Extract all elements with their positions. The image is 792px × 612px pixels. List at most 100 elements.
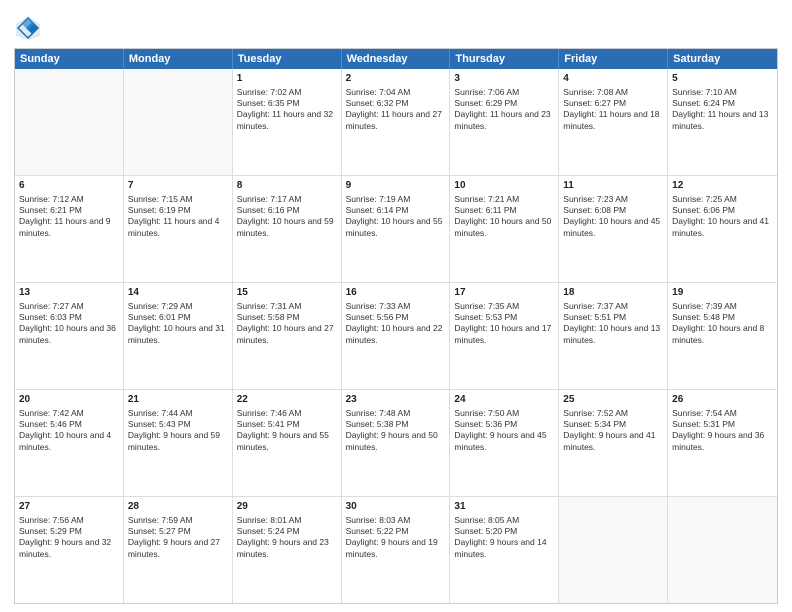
- day-cell-18: 18Sunrise: 7:37 AMSunset: 5:51 PMDayligh…: [559, 283, 668, 389]
- header-day-wednesday: Wednesday: [342, 49, 451, 69]
- sunset-text: Sunset: 5:48 PM: [672, 312, 735, 322]
- empty-cell: [15, 69, 124, 175]
- sunset-text: Sunset: 5:29 PM: [19, 526, 82, 536]
- day-number: 7: [128, 179, 228, 193]
- daylight-text: Daylight: 10 hours and 27 minutes.: [237, 323, 334, 344]
- daylight-text: Daylight: 9 hours and 41 minutes.: [563, 430, 655, 451]
- sunrise-text: Sunrise: 7:33 AM: [346, 301, 411, 311]
- day-number: 26: [672, 393, 773, 407]
- daylight-text: Daylight: 11 hours and 32 minutes.: [237, 109, 333, 130]
- day-cell-30: 30Sunrise: 8:03 AMSunset: 5:22 PMDayligh…: [342, 497, 451, 603]
- day-number: 5: [672, 72, 773, 86]
- day-number: 3: [454, 72, 554, 86]
- day-cell-8: 8Sunrise: 7:17 AMSunset: 6:16 PMDaylight…: [233, 176, 342, 282]
- daylight-text: Daylight: 11 hours and 23 minutes.: [454, 109, 550, 130]
- sunrise-text: Sunrise: 7:54 AM: [672, 408, 737, 418]
- sunrise-text: Sunrise: 7:50 AM: [454, 408, 519, 418]
- calendar: SundayMondayTuesdayWednesdayThursdayFrid…: [14, 48, 778, 604]
- sunrise-text: Sunrise: 7:12 AM: [19, 194, 84, 204]
- daylight-text: Daylight: 9 hours and 50 minutes.: [346, 430, 438, 451]
- sunset-text: Sunset: 5:46 PM: [19, 419, 82, 429]
- day-number: 10: [454, 179, 554, 193]
- sunset-text: Sunset: 5:58 PM: [237, 312, 300, 322]
- day-cell-1: 1Sunrise: 7:02 AMSunset: 6:35 PMDaylight…: [233, 69, 342, 175]
- day-number: 8: [237, 179, 337, 193]
- calendar-row-0: 1Sunrise: 7:02 AMSunset: 6:35 PMDaylight…: [15, 69, 777, 175]
- day-number: 9: [346, 179, 446, 193]
- day-number: 6: [19, 179, 119, 193]
- sunrise-text: Sunrise: 7:46 AM: [237, 408, 302, 418]
- sunset-text: Sunset: 6:16 PM: [237, 205, 300, 215]
- sunrise-text: Sunrise: 7:52 AM: [563, 408, 628, 418]
- header: [14, 10, 778, 42]
- day-cell-9: 9Sunrise: 7:19 AMSunset: 6:14 PMDaylight…: [342, 176, 451, 282]
- day-number: 31: [454, 500, 554, 514]
- sunrise-text: Sunrise: 7:37 AM: [563, 301, 628, 311]
- daylight-text: Daylight: 9 hours and 19 minutes.: [346, 537, 438, 558]
- daylight-text: Daylight: 11 hours and 9 minutes.: [19, 216, 111, 237]
- empty-cell: [668, 497, 777, 603]
- sunrise-text: Sunrise: 7:17 AM: [237, 194, 302, 204]
- daylight-text: Daylight: 9 hours and 32 minutes.: [19, 537, 111, 558]
- sunset-text: Sunset: 5:43 PM: [128, 419, 191, 429]
- calendar-row-2: 13Sunrise: 7:27 AMSunset: 6:03 PMDayligh…: [15, 282, 777, 389]
- day-number: 28: [128, 500, 228, 514]
- sunrise-text: Sunrise: 7:19 AM: [346, 194, 411, 204]
- day-cell-24: 24Sunrise: 7:50 AMSunset: 5:36 PMDayligh…: [450, 390, 559, 496]
- logo: [14, 14, 46, 42]
- sunrise-text: Sunrise: 7:04 AM: [346, 87, 411, 97]
- daylight-text: Daylight: 10 hours and 13 minutes.: [563, 323, 660, 344]
- sunset-text: Sunset: 5:34 PM: [563, 419, 626, 429]
- empty-cell: [124, 69, 233, 175]
- empty-cell: [559, 497, 668, 603]
- daylight-text: Daylight: 10 hours and 50 minutes.: [454, 216, 551, 237]
- day-number: 14: [128, 286, 228, 300]
- sunset-text: Sunset: 6:11 PM: [454, 205, 516, 215]
- day-number: 11: [563, 179, 663, 193]
- sunset-text: Sunset: 5:56 PM: [346, 312, 409, 322]
- daylight-text: Daylight: 9 hours and 55 minutes.: [237, 430, 329, 451]
- day-number: 13: [19, 286, 119, 300]
- day-number: 16: [346, 286, 446, 300]
- day-number: 17: [454, 286, 554, 300]
- sunset-text: Sunset: 5:31 PM: [672, 419, 735, 429]
- sunrise-text: Sunrise: 7:15 AM: [128, 194, 193, 204]
- sunset-text: Sunset: 5:36 PM: [454, 419, 517, 429]
- calendar-header: SundayMondayTuesdayWednesdayThursdayFrid…: [15, 49, 777, 69]
- daylight-text: Daylight: 9 hours and 36 minutes.: [672, 430, 764, 451]
- day-number: 22: [237, 393, 337, 407]
- day-cell-27: 27Sunrise: 7:56 AMSunset: 5:29 PMDayligh…: [15, 497, 124, 603]
- header-day-tuesday: Tuesday: [233, 49, 342, 69]
- daylight-text: Daylight: 9 hours and 27 minutes.: [128, 537, 220, 558]
- daylight-text: Daylight: 9 hours and 45 minutes.: [454, 430, 546, 451]
- calendar-row-1: 6Sunrise: 7:12 AMSunset: 6:21 PMDaylight…: [15, 175, 777, 282]
- daylight-text: Daylight: 9 hours and 14 minutes.: [454, 537, 546, 558]
- calendar-row-3: 20Sunrise: 7:42 AMSunset: 5:46 PMDayligh…: [15, 389, 777, 496]
- daylight-text: Daylight: 11 hours and 13 minutes.: [672, 109, 768, 130]
- sunrise-text: Sunrise: 7:56 AM: [19, 515, 84, 525]
- day-cell-6: 6Sunrise: 7:12 AMSunset: 6:21 PMDaylight…: [15, 176, 124, 282]
- sunrise-text: Sunrise: 7:44 AM: [128, 408, 193, 418]
- day-number: 15: [237, 286, 337, 300]
- daylight-text: Daylight: 10 hours and 8 minutes.: [672, 323, 764, 344]
- sunrise-text: Sunrise: 7:27 AM: [19, 301, 84, 311]
- sunset-text: Sunset: 6:03 PM: [19, 312, 82, 322]
- day-number: 23: [346, 393, 446, 407]
- day-cell-7: 7Sunrise: 7:15 AMSunset: 6:19 PMDaylight…: [124, 176, 233, 282]
- day-cell-10: 10Sunrise: 7:21 AMSunset: 6:11 PMDayligh…: [450, 176, 559, 282]
- calendar-row-4: 27Sunrise: 7:56 AMSunset: 5:29 PMDayligh…: [15, 496, 777, 603]
- sunset-text: Sunset: 5:27 PM: [128, 526, 191, 536]
- daylight-text: Daylight: 10 hours and 36 minutes.: [19, 323, 116, 344]
- day-cell-3: 3Sunrise: 7:06 AMSunset: 6:29 PMDaylight…: [450, 69, 559, 175]
- day-cell-28: 28Sunrise: 7:59 AMSunset: 5:27 PMDayligh…: [124, 497, 233, 603]
- daylight-text: Daylight: 11 hours and 18 minutes.: [563, 109, 659, 130]
- day-cell-4: 4Sunrise: 7:08 AMSunset: 6:27 PMDaylight…: [559, 69, 668, 175]
- day-cell-14: 14Sunrise: 7:29 AMSunset: 6:01 PMDayligh…: [124, 283, 233, 389]
- sunset-text: Sunset: 6:32 PM: [346, 98, 409, 108]
- sunrise-text: Sunrise: 7:21 AM: [454, 194, 519, 204]
- day-number: 4: [563, 72, 663, 86]
- sunset-text: Sunset: 5:38 PM: [346, 419, 409, 429]
- sunset-text: Sunset: 5:41 PM: [237, 419, 300, 429]
- daylight-text: Daylight: 10 hours and 59 minutes.: [237, 216, 334, 237]
- page: SundayMondayTuesdayWednesdayThursdayFrid…: [0, 0, 792, 612]
